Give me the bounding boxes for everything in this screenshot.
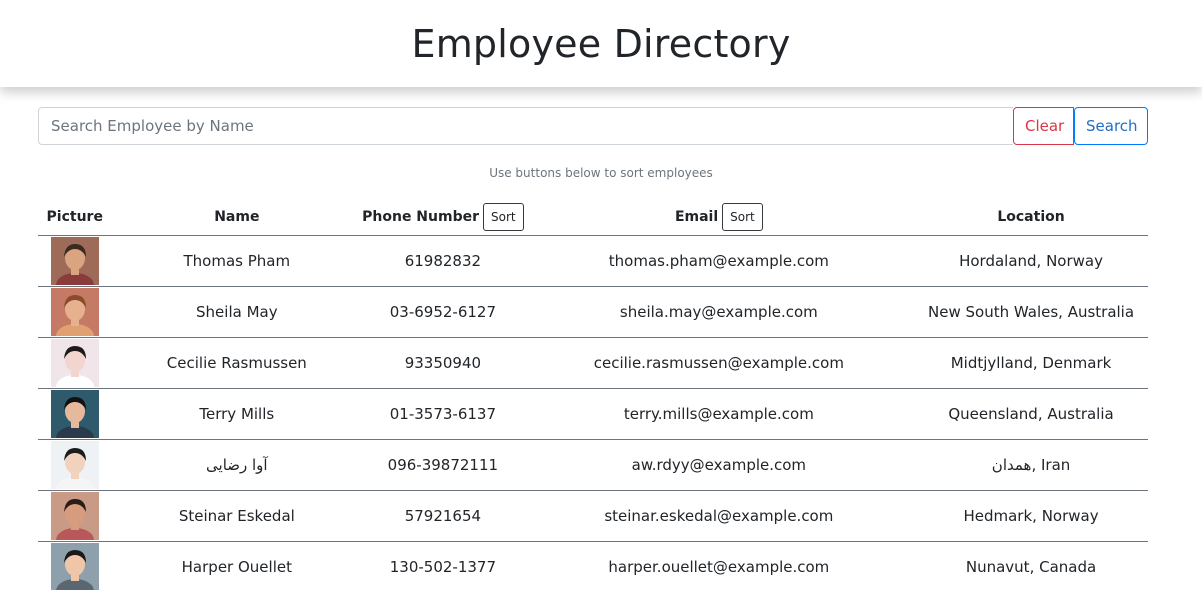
search-button[interactable]: Search xyxy=(1074,107,1148,145)
picture-cell xyxy=(38,541,112,590)
page-header: Employee Directory xyxy=(0,0,1202,87)
employee-email: harper.ouellet@example.com xyxy=(523,541,915,590)
employee-table: Picture Name Phone Number Sort Email Sort … xyxy=(38,199,1148,590)
employee-location: Nunavut, Canada xyxy=(914,541,1148,590)
employee-phone: 57921654 xyxy=(362,490,524,542)
column-label-name: Name xyxy=(214,208,260,225)
search-input[interactable] xyxy=(38,107,1013,145)
employee-phone: 61982832 xyxy=(362,235,524,287)
employee-name: Terry Mills xyxy=(111,388,363,440)
table-row: Steinar Eskedal 57921654 steinar.eskedal@e… xyxy=(38,490,1148,542)
employee-phone: 01-3573-6137 xyxy=(362,388,524,440)
column-header-name: Name xyxy=(111,199,363,236)
picture-cell xyxy=(38,439,112,491)
clear-button[interactable]: Clear xyxy=(1013,107,1074,145)
employee-location: Midtjylland, Denmark xyxy=(914,337,1148,389)
employee-avatar xyxy=(51,440,99,489)
picture-cell xyxy=(38,388,112,440)
employee-location: Hordaland, Norway xyxy=(914,235,1148,287)
employee-email: aw.rdyy@example.com xyxy=(523,439,915,491)
employee-avatar xyxy=(51,491,99,540)
employee-email: thomas.pham@example.com xyxy=(523,235,915,287)
sort-phone-button[interactable]: Sort xyxy=(483,202,524,231)
employee-email: cecilie.rasmussen@example.com xyxy=(523,337,915,389)
column-label-picture: Picture xyxy=(46,208,103,225)
table-row: Thomas Pham 61982832 thomas.pham@example.c… xyxy=(38,235,1148,287)
employee-name: Sheila May xyxy=(111,286,363,338)
sort-email-button[interactable]: Sort xyxy=(722,202,763,231)
page-title: Employee Directory xyxy=(411,21,791,66)
picture-cell xyxy=(38,337,112,389)
employee-avatar xyxy=(51,338,99,387)
table-row: Terry Mills 01-3573-6137 terry.mills@examp… xyxy=(38,388,1148,440)
employee-avatar xyxy=(51,542,99,590)
table-row: Cecilie Rasmussen 93350940 cecilie.rasmuss… xyxy=(38,337,1148,389)
picture-cell xyxy=(38,286,112,338)
table-row: Sheila May 03-6952-6127 sheila.may@example… xyxy=(38,286,1148,338)
employee-avatar xyxy=(51,236,99,285)
employee-name: Harper Ouellet xyxy=(111,541,363,590)
employee-name: Thomas Pham xyxy=(111,235,363,287)
employee-name: Cecilie Rasmussen xyxy=(111,337,363,389)
column-label-phone: Phone Number xyxy=(362,208,479,225)
employee-phone: 93350940 xyxy=(362,337,524,389)
employee-location: همدان, Iran xyxy=(914,439,1148,491)
employee-location: Hedmark, Norway xyxy=(914,490,1148,542)
column-header-phone: Phone Number Sort xyxy=(362,199,524,236)
picture-cell xyxy=(38,235,112,287)
employee-location: New South Wales, Australia xyxy=(914,286,1148,338)
column-header-location: Location xyxy=(914,199,1148,236)
employee-email: sheila.may@example.com xyxy=(523,286,915,338)
column-label-location: Location xyxy=(997,208,1065,225)
employee-name: Steinar Eskedal xyxy=(111,490,363,542)
table-row: آوا رضایی 096-39872111 aw.rdyy@example.com… xyxy=(38,439,1148,491)
employee-phone: 096-39872111 xyxy=(362,439,524,491)
search-bar: Clear Search xyxy=(38,107,1148,145)
column-header-picture: Picture xyxy=(38,199,112,236)
employee-email: steinar.eskedal@example.com xyxy=(523,490,915,542)
employee-name: آوا رضایی xyxy=(111,439,363,491)
column-header-email: Email Sort xyxy=(523,199,915,236)
employee-location: Queensland, Australia xyxy=(914,388,1148,440)
sort-hint: Use buttons below to sort employees xyxy=(489,166,713,180)
employee-phone: 03-6952-6127 xyxy=(362,286,524,338)
table-header-row: Picture Name Phone Number Sort Email Sort … xyxy=(38,199,1148,236)
employee-phone: 130-502-1377 xyxy=(362,541,524,590)
employee-avatar xyxy=(51,389,99,438)
column-label-email: Email xyxy=(674,208,719,225)
table-row: Harper Ouellet 130-502-1377 harper.ouellet… xyxy=(38,541,1148,590)
employee-avatar xyxy=(51,287,99,336)
picture-cell xyxy=(38,490,112,542)
employee-email: terry.mills@example.com xyxy=(523,388,915,440)
